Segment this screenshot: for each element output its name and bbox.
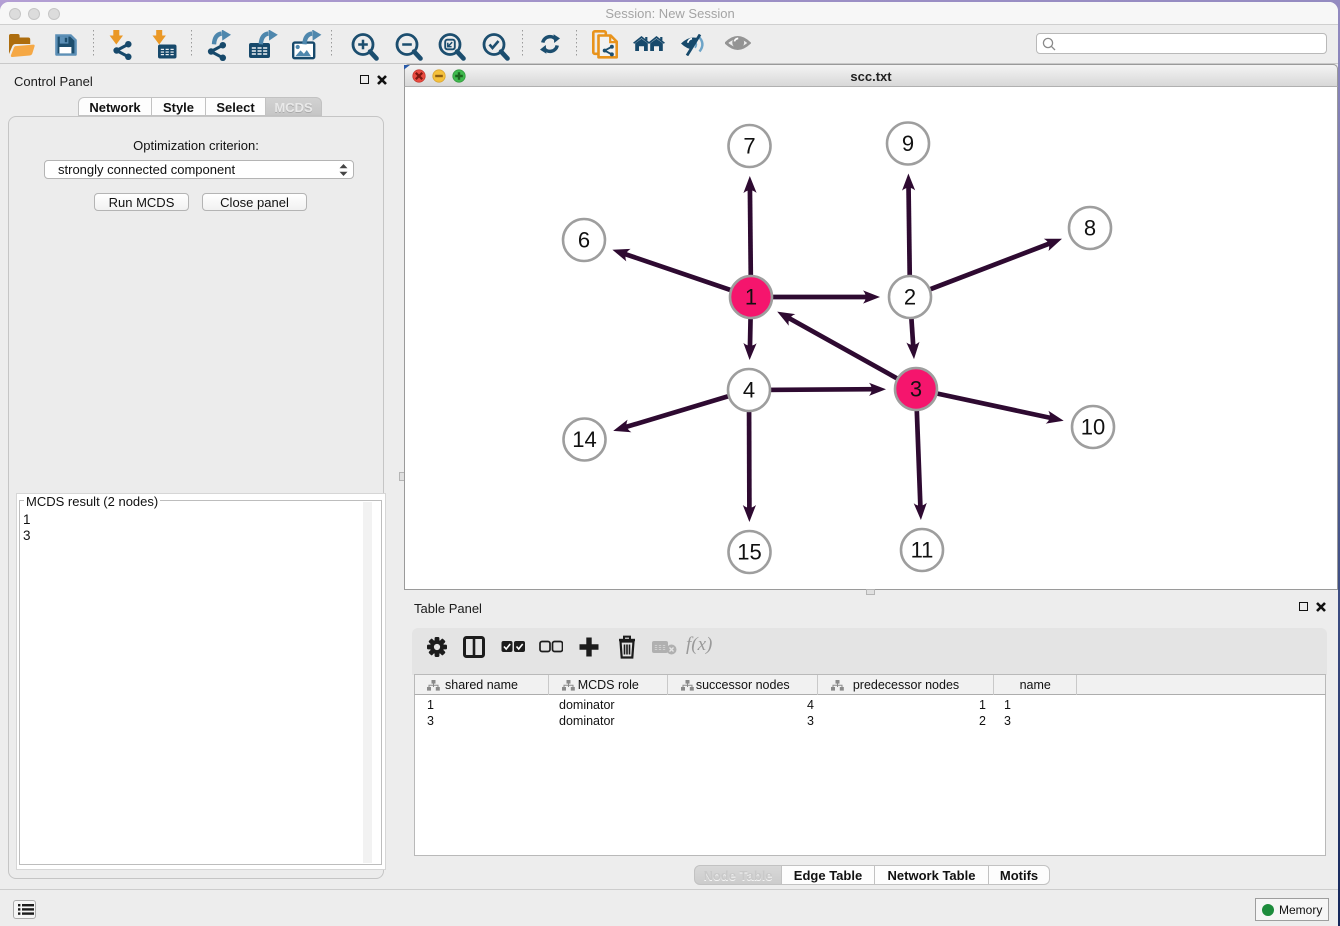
svg-text:7: 7: [743, 134, 755, 159]
svg-text:9: 9: [902, 131, 914, 156]
svg-text:10: 10: [1081, 415, 1105, 440]
svg-text:3: 3: [910, 377, 922, 402]
svg-text:15: 15: [737, 540, 761, 565]
svg-text:2: 2: [904, 285, 916, 310]
svg-text:4: 4: [743, 378, 755, 403]
svg-text:11: 11: [911, 538, 934, 563]
svg-text:1: 1: [745, 285, 757, 310]
svg-text:6: 6: [578, 228, 590, 253]
svg-text:8: 8: [1084, 216, 1096, 241]
svg-text:14: 14: [572, 427, 596, 452]
